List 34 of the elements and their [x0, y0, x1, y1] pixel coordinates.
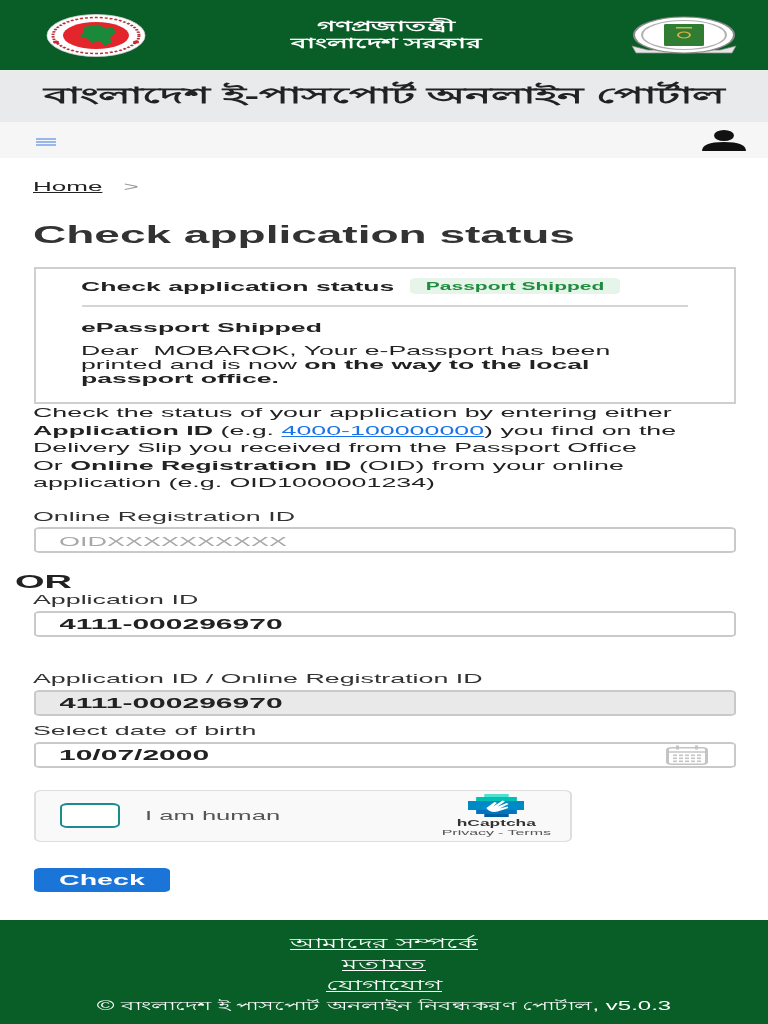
card-title: Check application status	[81, 278, 395, 294]
text-field[interactable]: OIDXXXXXXXXXX	[33, 527, 735, 553]
portal-title: বাংলাদেশ ই-পাসপোর্ট অনলাইন পোর্টাল	[44, 82, 724, 110]
copyright-text: © বাংলাদেশ ই পাসপোর্ট অনলাইন নিবন্ধকরণ পোর্টাল, v5.0.3	[96, 997, 672, 1015]
captcha-checkbox[interactable]	[59, 803, 120, 828]
check-button[interactable]: Check	[33, 867, 171, 892]
text-field[interactable]: 4111-000296970	[33, 610, 735, 637]
emblem-seal-icon	[45, 13, 145, 57]
breadcrumb-link[interactable]: Home	[33, 179, 103, 195]
page-title: Check application status	[33, 221, 576, 249]
header-title-line: বাংলাদেশ সরকার	[290, 35, 483, 52]
field-label: Select date of birth	[33, 722, 258, 739]
breadcrumb-separator: >	[123, 179, 139, 195]
user-icon[interactable]	[702, 129, 746, 151]
hand-logo-icon	[467, 794, 525, 817]
field-label: Application ID	[33, 591, 200, 608]
separator-label: OR	[15, 573, 73, 591]
field-label: Application ID / Online Registration ID	[33, 670, 484, 687]
footer-link[interactable]: মতামত	[342, 953, 426, 975]
captcha-brand: hCaptcha	[456, 818, 536, 828]
date-field[interactable]: 10/07/2000	[33, 741, 735, 768]
status-message: Dear MOBAROK, Your e-Passport has been printed and is now on the way to the local passport office.	[81, 344, 612, 386]
instructions-text: Check the status of your application by entering either Application ID (e.g. 4000-100000000) you find on the Delivery Slip you received from the Passport Office Or Online Registration ID (OID) from your online application (e.g. OID1000001234)	[33, 404, 678, 492]
header-title-line: গণপ্রজাতন্ত্রী	[317, 18, 456, 35]
status-badge: Passport Shipped	[410, 278, 620, 294]
footer-link[interactable]: যোগাযোগ	[326, 974, 442, 996]
footer-link[interactable]: আমাদের সম্পর্কে	[290, 932, 478, 954]
link-separator: -	[498, 828, 504, 837]
terms-link[interactable]: Terms	[507, 828, 551, 837]
field-label: Online Registration ID	[33, 507, 296, 525]
example-link[interactable]: 4000-100000000	[281, 422, 485, 438]
captcha-label: I am human	[145, 808, 281, 823]
privacy-link[interactable]: Privacy	[441, 828, 495, 837]
status-heading: ePassport Shipped	[81, 320, 323, 336]
